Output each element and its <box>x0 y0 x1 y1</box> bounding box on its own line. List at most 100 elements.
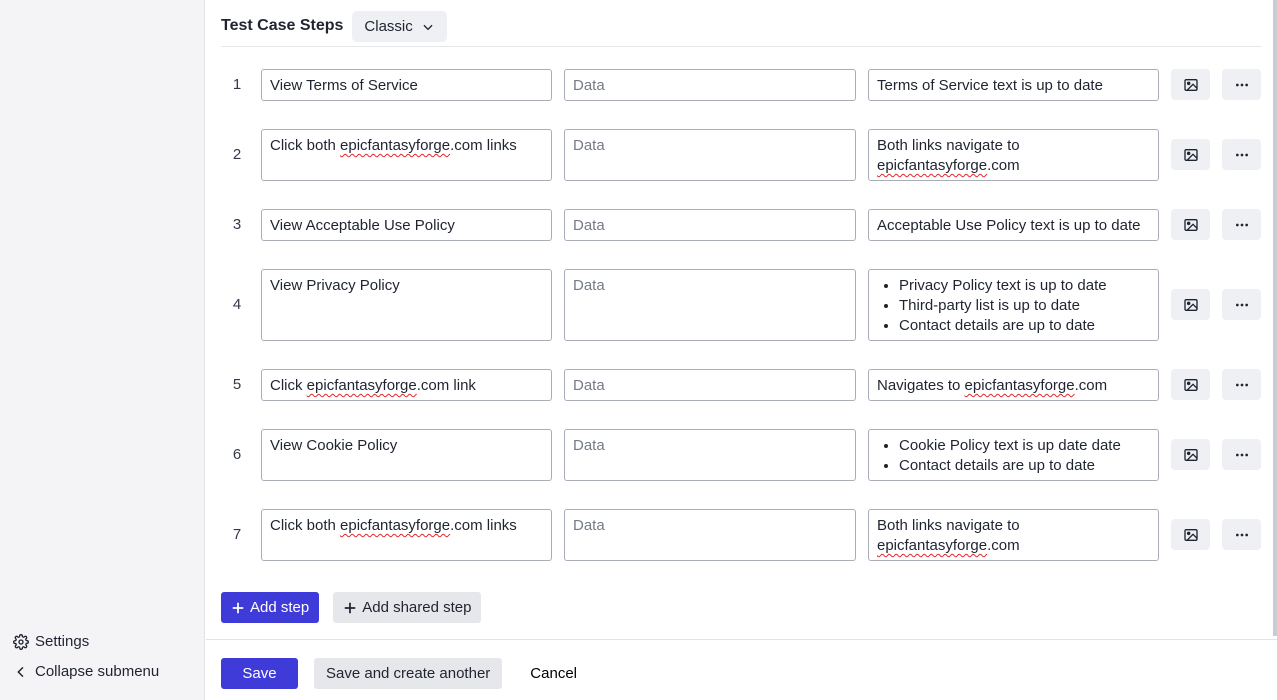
step-expected-field[interactable]: Privacy Policy text is up to date Third-… <box>868 269 1159 341</box>
more-options-button[interactable] <box>1222 139 1261 170</box>
step-action-field[interactable]: View Privacy Policy <box>261 269 552 341</box>
step-data-field[interactable]: Data <box>564 369 856 401</box>
add-step-label: Add step <box>250 599 310 616</box>
step-row: 1 View Terms of Service Data Terms of Se… <box>221 69 1262 101</box>
ellipsis-icon <box>1235 453 1248 456</box>
step-data-field[interactable]: Data <box>564 69 856 101</box>
step-expected-field[interactable]: Both links navigate to epicfantasyforge.… <box>868 129 1159 181</box>
attach-image-button[interactable] <box>1171 139 1210 170</box>
step-number: 7 <box>232 526 242 543</box>
step-action-text: View Cookie Policy <box>270 437 398 454</box>
view-mode-value: Classic <box>364 18 413 35</box>
step-data-placeholder: Data <box>573 377 605 394</box>
collapse-submenu-label: Collapse submenu <box>35 663 160 680</box>
gear-icon <box>13 633 29 650</box>
step-data-placeholder: Data <box>573 277 605 294</box>
attach-image-button[interactable] <box>1171 209 1210 240</box>
step-action-text: Click both epicfantasyforge.com links <box>270 517 517 534</box>
step-expected-field[interactable]: Acceptable Use Policy text is up to date <box>868 209 1159 241</box>
image-icon <box>1183 78 1198 91</box>
step-data-placeholder: Data <box>573 77 605 94</box>
chevron-left-icon <box>17 666 24 677</box>
form-footer: Save Save and create another Cancel <box>206 639 1277 700</box>
step-row: 6 View Cookie Policy Data Cookie Policy … <box>221 429 1262 481</box>
step-action-text: Click epicfantasyforge.com link <box>270 377 476 394</box>
more-options-button[interactable] <box>1222 289 1261 320</box>
step-action-field[interactable]: View Acceptable Use Policy <box>261 209 552 241</box>
plus-icon <box>232 602 244 613</box>
step-expected-field[interactable]: Cookie Policy text is up date date Conta… <box>868 429 1159 481</box>
submenu-panel: Settings Collapse submenu <box>0 0 205 700</box>
more-options-button[interactable] <box>1222 519 1261 550</box>
step-expected-text: Terms of Service text is up to date <box>877 77 1103 94</box>
save-and-create-another-button[interactable]: Save and create another <box>314 658 503 689</box>
collapse-submenu-link[interactable]: Collapse submenu <box>13 663 159 680</box>
settings-link[interactable]: Settings <box>13 633 89 650</box>
step-action-field[interactable]: Click epicfantasyforge.com link <box>261 369 552 401</box>
step-data-field[interactable]: Data <box>564 209 856 241</box>
step-action-field[interactable]: Click both epicfantasyforge.com links <box>261 129 552 181</box>
attach-image-button[interactable] <box>1171 519 1210 550</box>
image-icon <box>1183 298 1198 311</box>
step-number: 1 <box>232 76 242 93</box>
more-options-button[interactable] <box>1222 439 1261 470</box>
add-step-actions: Add step Add shared step <box>221 592 482 623</box>
step-row: 2 Click both epicfantasyforge.com links … <box>221 129 1262 181</box>
add-step-button[interactable]: Add step <box>221 592 320 623</box>
step-row: 3 View Acceptable Use Policy Data Accept… <box>221 209 1262 241</box>
scrollbar[interactable] <box>1273 0 1277 636</box>
step-expected-text: Both links navigate to epicfantasyforge.… <box>877 517 1020 554</box>
ellipsis-icon <box>1235 383 1248 386</box>
step-data-placeholder: Data <box>573 517 605 534</box>
ellipsis-icon <box>1235 533 1248 536</box>
add-shared-step-button[interactable]: Add shared step <box>333 592 482 623</box>
step-row: 7 Click both epicfantasyforge.com links … <box>221 509 1262 561</box>
step-number: 3 <box>232 216 242 233</box>
chevron-down-icon <box>423 24 433 30</box>
step-expected-field[interactable]: Both links navigate to epicfantasyforge.… <box>868 509 1159 561</box>
attach-image-button[interactable] <box>1171 289 1210 320</box>
step-data-placeholder: Data <box>573 437 605 454</box>
step-data-placeholder: Data <box>573 217 605 234</box>
step-action-field[interactable]: View Terms of Service <box>261 69 552 101</box>
expected-result-list: Privacy Policy text is up to date Third-… <box>877 276 1150 336</box>
view-mode-select[interactable]: Classic <box>352 11 447 42</box>
step-data-field[interactable]: Data <box>564 429 856 481</box>
expected-result-item: Contact details are up to date <box>899 456 1150 476</box>
add-shared-step-label: Add shared step <box>362 599 472 616</box>
save-button[interactable]: Save <box>221 658 298 689</box>
step-number: 4 <box>232 296 242 313</box>
attach-image-button[interactable] <box>1171 69 1210 100</box>
step-number: 5 <box>232 376 242 393</box>
step-data-field[interactable]: Data <box>564 269 856 341</box>
step-expected-text: Both links navigate to epicfantasyforge.… <box>877 137 1020 174</box>
more-options-button[interactable] <box>1222 69 1261 100</box>
step-action-field[interactable]: Click both epicfantasyforge.com links <box>261 509 552 561</box>
ellipsis-icon <box>1235 223 1248 226</box>
step-action-text: Click both epicfantasyforge.com links <box>270 137 517 154</box>
step-action-text: View Privacy Policy <box>270 277 400 294</box>
expected-result-item: Third-party list is up to date <box>899 296 1150 316</box>
step-data-field[interactable]: Data <box>564 509 856 561</box>
cancel-button[interactable]: Cancel <box>518 658 589 689</box>
section-title: Test Case Steps <box>221 17 344 34</box>
section-header: Test Case Steps Classic <box>221 11 1262 47</box>
step-expected-field[interactable]: Terms of Service text is up to date <box>868 69 1159 101</box>
more-options-button[interactable] <box>1222 209 1261 240</box>
step-action-field[interactable]: View Cookie Policy <box>261 429 552 481</box>
step-expected-field[interactable]: Navigates to epicfantasyforge.com <box>868 369 1159 401</box>
expected-result-list: Cookie Policy text is up date date Conta… <box>877 436 1150 476</box>
step-data-placeholder: Data <box>573 137 605 154</box>
attach-image-button[interactable] <box>1171 439 1210 470</box>
image-icon <box>1183 218 1198 231</box>
more-options-button[interactable] <box>1222 369 1261 400</box>
attach-image-button[interactable] <box>1171 369 1210 400</box>
main-content: Test Case Steps Classic 1 View Terms of … <box>206 0 1277 700</box>
step-number: 2 <box>232 146 242 163</box>
step-data-field[interactable]: Data <box>564 129 856 181</box>
ellipsis-icon <box>1235 303 1248 306</box>
step-expected-text: Acceptable Use Policy text is up to date <box>877 217 1141 234</box>
image-icon <box>1183 148 1198 161</box>
settings-label: Settings <box>35 633 90 650</box>
image-icon <box>1183 378 1198 391</box>
